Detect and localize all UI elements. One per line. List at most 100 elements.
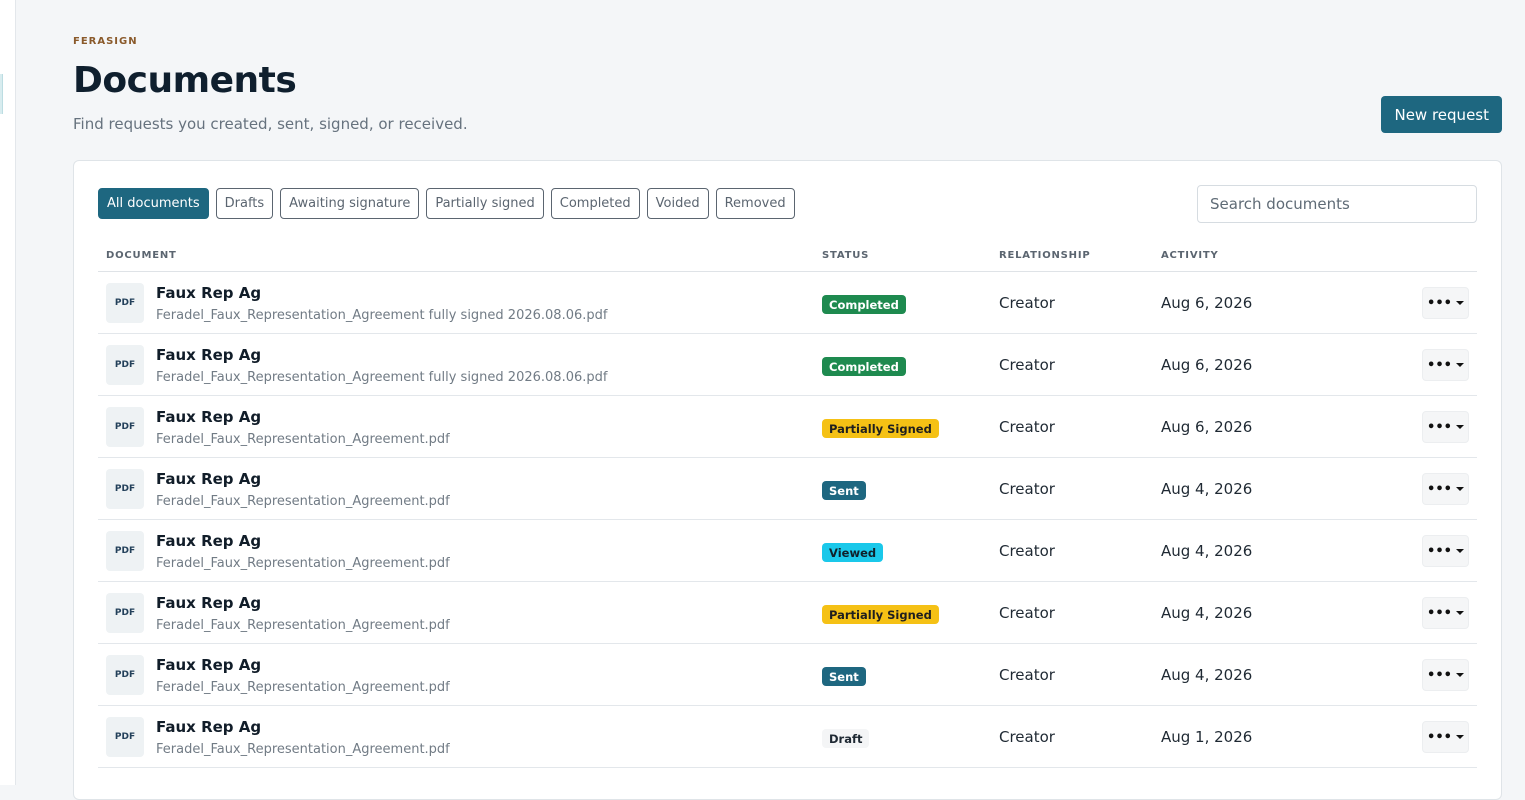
- row-actions-menu-button[interactable]: •••: [1422, 535, 1469, 567]
- filter-awaiting-signature[interactable]: Awaiting signature: [280, 188, 420, 219]
- more-dots-icon: •••: [1427, 419, 1452, 435]
- table-row[interactable]: PDF Faux Rep Ag Feradel_Faux_Representat…: [98, 520, 1477, 582]
- row-actions-menu-button[interactable]: •••: [1422, 287, 1469, 319]
- relationship-value: Creator: [999, 356, 1055, 374]
- activity-date: Aug 6, 2026: [1161, 294, 1253, 312]
- caret-down-icon: [1455, 301, 1464, 305]
- status-badge: Sent: [822, 481, 866, 500]
- row-actions-menu-button[interactable]: •••: [1422, 349, 1469, 381]
- document-name[interactable]: Faux Rep Ag: [156, 532, 261, 550]
- more-dots-icon: •••: [1427, 667, 1452, 683]
- caret-down-icon: [1455, 363, 1464, 367]
- document-name[interactable]: Faux Rep Ag: [156, 346, 261, 364]
- pdf-file-icon: PDF: [106, 717, 144, 757]
- more-dots-icon: •••: [1427, 729, 1452, 745]
- caret-down-icon: [1455, 611, 1464, 615]
- status-badge: Draft: [822, 729, 870, 748]
- page-title: Documents: [73, 60, 297, 101]
- column-header-document: DOCUMENT: [106, 250, 177, 261]
- activity-date: Aug 4, 2026: [1161, 666, 1253, 684]
- documents-table: DOCUMENT STATUS RELATIONSHIP ACTIVITY PD…: [98, 244, 1477, 768]
- pdf-file-icon: PDF: [106, 655, 144, 695]
- table-row[interactable]: PDF Faux Rep Ag Feradel_Faux_Representat…: [98, 582, 1477, 644]
- document-name[interactable]: Faux Rep Ag: [156, 470, 261, 488]
- status-badge: Partially Signed: [822, 419, 939, 438]
- filter-voided[interactable]: Voided: [646, 188, 709, 219]
- more-dots-icon: •••: [1427, 481, 1452, 497]
- activity-date: Aug 6, 2026: [1161, 418, 1253, 436]
- document-name[interactable]: Faux Rep Ag: [156, 718, 261, 736]
- filter-partially-signed[interactable]: Partially signed: [426, 188, 544, 219]
- more-dots-icon: •••: [1427, 543, 1452, 559]
- sidebar-active-indicator[interactable]: [0, 74, 3, 114]
- search-input[interactable]: [1197, 185, 1477, 223]
- pdf-file-icon: PDF: [106, 283, 144, 323]
- page-header: FERASIGN Documents Find requests you cre…: [73, 36, 1502, 136]
- new-request-button[interactable]: New request: [1381, 96, 1502, 133]
- document-filename: Feradel_Faux_Representation_Agreement.pd…: [156, 494, 450, 509]
- activity-date: Aug 4, 2026: [1161, 480, 1253, 498]
- document-name[interactable]: Faux Rep Ag: [156, 594, 261, 612]
- more-dots-icon: •••: [1427, 605, 1452, 621]
- relationship-value: Creator: [999, 418, 1055, 436]
- more-dots-icon: •••: [1427, 357, 1452, 373]
- sidebar-edge: [0, 0, 16, 785]
- relationship-value: Creator: [999, 480, 1055, 498]
- table-header: DOCUMENT STATUS RELATIONSHIP ACTIVITY: [98, 244, 1477, 272]
- document-filename: Feradel_Faux_Representation_Agreement.pd…: [156, 742, 450, 757]
- table-row[interactable]: PDF Faux Rep Ag Feradel_Faux_Representat…: [98, 706, 1477, 768]
- caret-down-icon: [1455, 487, 1464, 491]
- status-badge: Completed: [822, 357, 906, 376]
- table-row[interactable]: PDF Faux Rep Ag Feradel_Faux_Representat…: [98, 334, 1477, 396]
- filter-removed[interactable]: Removed: [715, 188, 795, 219]
- table-row[interactable]: PDF Faux Rep Ag Feradel_Faux_Representat…: [98, 272, 1477, 334]
- document-filename: Feradel_Faux_Representation_Agreement fu…: [156, 370, 608, 385]
- status-badge: Sent: [822, 667, 866, 686]
- relationship-value: Creator: [999, 728, 1055, 746]
- status-badge: Viewed: [822, 543, 884, 562]
- row-actions-menu-button[interactable]: •••: [1422, 721, 1469, 753]
- table-row[interactable]: PDF Faux Rep Ag Feradel_Faux_Representat…: [98, 396, 1477, 458]
- more-dots-icon: •••: [1427, 295, 1452, 311]
- document-name[interactable]: Faux Rep Ag: [156, 656, 261, 674]
- activity-date: Aug 4, 2026: [1161, 604, 1253, 622]
- brand-label: FERASIGN: [73, 36, 138, 47]
- column-header-activity: ACTIVITY: [1161, 250, 1219, 261]
- row-actions-menu-button[interactable]: •••: [1422, 411, 1469, 443]
- document-name[interactable]: Faux Rep Ag: [156, 408, 261, 426]
- caret-down-icon: [1455, 425, 1464, 429]
- filter-completed[interactable]: Completed: [550, 188, 640, 219]
- page-subtitle: Find requests you created, sent, signed,…: [73, 115, 468, 133]
- table-body: PDF Faux Rep Ag Feradel_Faux_Representat…: [98, 272, 1477, 768]
- documents-card: All documents Drafts Awaiting signature …: [73, 160, 1502, 800]
- activity-date: Aug 6, 2026: [1161, 356, 1253, 374]
- row-actions-menu-button[interactable]: •••: [1422, 659, 1469, 691]
- caret-down-icon: [1455, 549, 1464, 553]
- row-actions-menu-button[interactable]: •••: [1422, 473, 1469, 505]
- document-filename: Feradel_Faux_Representation_Agreement.pd…: [156, 556, 450, 571]
- filter-tabs: All documents Drafts Awaiting signature …: [98, 188, 795, 219]
- column-header-status: STATUS: [822, 250, 870, 261]
- pdf-file-icon: PDF: [106, 531, 144, 571]
- activity-date: Aug 1, 2026: [1161, 728, 1253, 746]
- table-row[interactable]: PDF Faux Rep Ag Feradel_Faux_Representat…: [98, 458, 1477, 520]
- status-badge: Completed: [822, 295, 906, 314]
- column-header-relationship: RELATIONSHIP: [999, 250, 1091, 261]
- document-filename: Feradel_Faux_Representation_Agreement.pd…: [156, 680, 450, 695]
- pdf-file-icon: PDF: [106, 345, 144, 385]
- document-name[interactable]: Faux Rep Ag: [156, 284, 261, 302]
- row-actions-menu-button[interactable]: •••: [1422, 597, 1469, 629]
- status-badge: Partially Signed: [822, 605, 939, 624]
- document-filename: Feradel_Faux_Representation_Agreement.pd…: [156, 618, 450, 633]
- caret-down-icon: [1455, 673, 1464, 677]
- relationship-value: Creator: [999, 294, 1055, 312]
- filter-drafts[interactable]: Drafts: [215, 188, 274, 219]
- caret-down-icon: [1455, 735, 1464, 739]
- document-filename: Feradel_Faux_Representation_Agreement.pd…: [156, 432, 450, 447]
- activity-date: Aug 4, 2026: [1161, 542, 1253, 560]
- relationship-value: Creator: [999, 542, 1055, 560]
- filter-all-documents[interactable]: All documents: [98, 188, 209, 219]
- relationship-value: Creator: [999, 666, 1055, 684]
- relationship-value: Creator: [999, 604, 1055, 622]
- table-row[interactable]: PDF Faux Rep Ag Feradel_Faux_Representat…: [98, 644, 1477, 706]
